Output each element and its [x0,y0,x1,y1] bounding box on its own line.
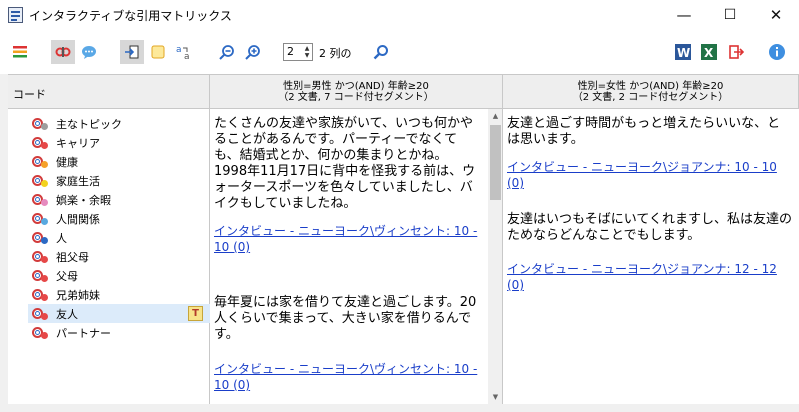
exit-icon[interactable] [724,40,748,64]
column-header-1[interactable]: 性別=男性 かつ(AND) 年齢≥20 （2 文書, 7 コード付セグメント） [210,75,503,109]
column-header-1-subtitle: （2 文書, 7 コード付セグメント） [278,92,434,103]
code-tree-item[interactable]: 兄弟姉妹 [28,285,210,304]
title-bar: インタラクティブな引用マトリックス — ☐ ✕ [0,0,799,31]
code-tree-label: 兄弟姉妹 [56,289,100,302]
scroll-down-icon[interactable]: ▼ [488,390,503,405]
column-2-cell: 友達と過ごす時間がもっと増えたらいいな、とは思います。 インタビュー - ニュー… [503,109,799,405]
code-icon [32,251,49,263]
code-tree-label: 友人 [56,308,78,321]
code-list-icon[interactable] [8,40,32,64]
columns-stepper[interactable]: 2 ▲ ▼ [283,43,313,61]
code-tree-item[interactable]: 人 [28,228,210,247]
search-icon[interactable] [369,40,393,64]
code-tree-item[interactable]: 主なトピック [28,114,210,133]
code-icon [32,232,49,244]
code-tree-label: キャリア [56,137,100,150]
scroll-up-icon[interactable]: ▲ [488,109,503,124]
segment-source-link[interactable]: インタビュー - ニューヨーク\ヴィンセント: 10 - 10 (0) [214,223,480,255]
code-tree: 主なトピック キャリア健康家庭生活娯楽・余暇人間関係人祖父母父母兄弟姉妹友人 T パー… [8,109,210,405]
code-tree-item[interactable]: 人間関係 [28,209,210,228]
svg-text:a: a [176,45,182,55]
code-icon [32,118,49,130]
code-icon [32,194,49,206]
minimize-button[interactable]: — [661,0,707,31]
segment-text[interactable]: 毎年夏には家を借りて友達と過ごします。20人くらいで集まって、大きい家を借りるん… [214,295,480,343]
maximize-button[interactable]: ☐ [707,0,753,31]
code-icon [32,270,49,282]
code-tree-label: 健康 [56,156,78,169]
code-tree-item[interactable]: 娯楽・余暇 [28,190,210,209]
code-tree-label: 祖父母 [56,251,89,264]
column-header-1-title: 性別=男性 かつ(AND) 年齢≥20 [283,81,429,92]
zoom-in-icon[interactable] [241,40,265,64]
code-tree-item[interactable]: パートナー [28,323,210,342]
info-icon[interactable] [765,40,789,64]
svg-text:W: W [677,46,690,60]
memo-bubble-icon[interactable] [77,40,101,64]
code-tree-item[interactable]: 父母 [28,266,210,285]
stepper-up-icon[interactable]: ▲ [303,45,311,52]
scrollbar-thumb[interactable] [490,125,501,200]
segment-source-link[interactable]: インタビュー - ニューヨーク\ジョアンナ: 10 - 10 (0) [507,159,792,191]
app-icon [8,7,23,23]
code-icon [32,175,49,187]
code-icon [32,289,49,301]
code-icon [32,308,49,320]
code-icon [32,327,49,339]
column-header-2[interactable]: 性別=女性 かつ(AND) 年齢≥20 （2 文書, 2 コード付セグメント） [503,75,799,109]
svg-text:a: a [184,52,190,61]
code-icon [32,213,49,225]
export-icon[interactable] [120,40,144,64]
code-icon [32,137,49,149]
segment-text[interactable]: たくさんの友達や家族がいて、いつも何かやることがあるんです。パーティーでなくても… [214,116,480,212]
svg-text:X: X [704,46,714,60]
code-tree-label: 主なトピック [56,118,122,131]
yellow-note-icon[interactable] [146,40,170,64]
link-activate-icon[interactable] [51,40,75,64]
code-tree-item[interactable]: 祖父母 [28,247,210,266]
matrix-grid: コード 性別=男性 かつ(AND) 年齢≥20 （2 文書, 7 コード付セグメ… [8,74,799,405]
segment-text[interactable]: 友達はいつもそばにいてくれますし、私は友達のためならどんなことでもします。 [507,212,792,244]
stepper-down-icon[interactable]: ▼ [303,52,311,59]
code-tree-label: 家庭生活 [56,175,100,188]
column-header-2-subtitle: （2 文書, 2 コード付セグメント） [572,92,729,103]
window-title: インタラクティブな引用マトリックス [29,9,232,23]
code-tree-label: 父母 [56,270,78,283]
zoom-out-icon[interactable] [215,40,239,64]
segment-text[interactable]: 友達と過ごす時間がもっと増えたらいいな、とは思います。 [507,116,792,148]
code-column-header[interactable]: コード [8,75,210,109]
font-size-icon[interactable]: aa [172,40,196,64]
code-tree-label: パートナー [56,327,111,340]
word-export-icon[interactable]: W [671,40,695,64]
columns-label: 2 列の [319,47,352,60]
excel-export-icon[interactable]: X [697,40,721,64]
columns-stepper-value: 2 [287,45,294,58]
code-tree-item[interactable]: 健康 [28,152,210,171]
segment-source-link[interactable]: インタビュー - ニューヨーク\ヴィンセント: 10 - 10 (0) [214,361,480,393]
toolbar: aa 2 ▲ ▼ 2 列の W X [0,31,799,74]
code-tree-label: 人間関係 [56,213,100,226]
code-tree-item[interactable]: キャリア [28,133,210,152]
code-tree-label: 人 [56,232,67,245]
window-bottom-edge [0,404,799,412]
code-tree-item[interactable]: 家庭生活 [28,171,210,190]
window-left-edge [0,74,8,404]
segment-source-link[interactable]: インタビュー - ニューヨーク\ジョアンナ: 12 - 12 (0) [507,261,792,293]
text-segment-badge-icon[interactable]: T [188,306,203,321]
code-header-label: コード [13,88,46,101]
column-1-scrollbar[interactable]: ▲ ▼ [488,109,503,405]
close-button[interactable]: ✕ [753,0,799,31]
column-1-cell: たくさんの友達や家族がいて、いつも何かやることがあるんです。パーティーでなくても… [210,109,488,405]
code-icon [32,156,49,168]
column-header-2-title: 性別=女性 かつ(AND) 年齢≥20 [577,81,724,92]
code-tree-item[interactable]: 友人 T [28,304,210,323]
code-tree-label: 娯楽・余暇 [56,194,111,207]
